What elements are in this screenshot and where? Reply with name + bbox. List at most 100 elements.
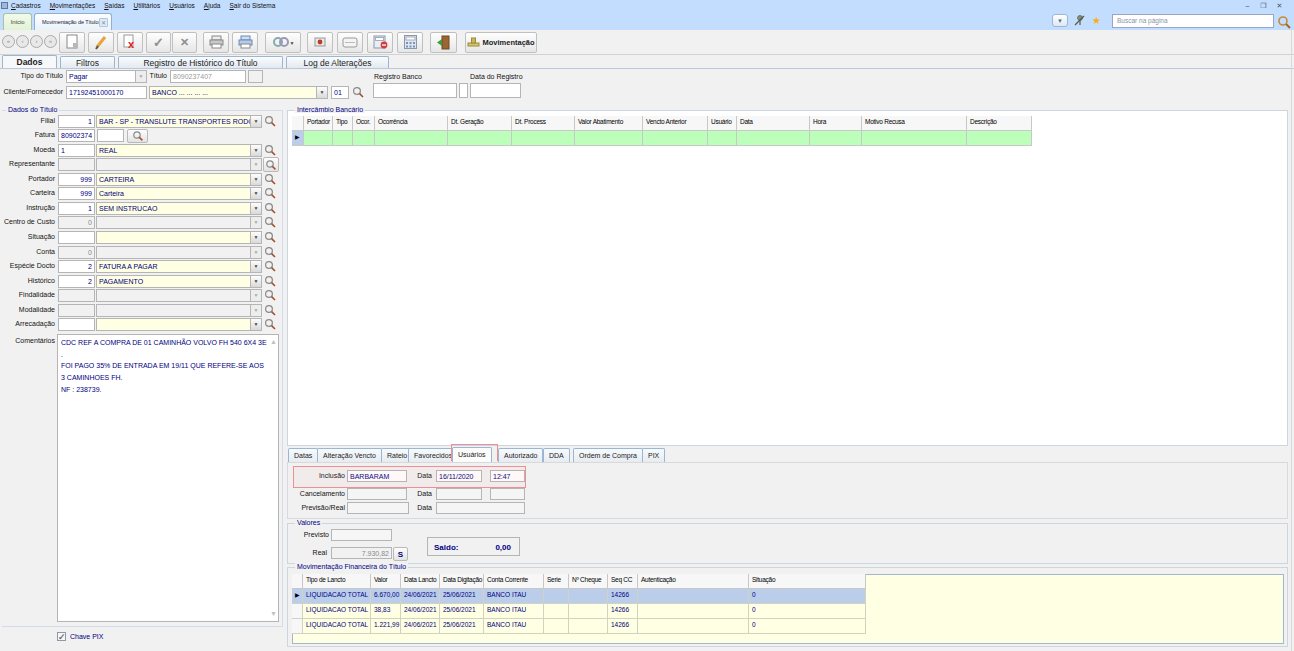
- nav-first-icon[interactable]: «: [2, 35, 15, 48]
- field-num-carteira[interactable]: 999: [58, 187, 95, 200]
- field-num-instru-o[interactable]: 1: [58, 202, 95, 215]
- menu-item-usu-rios[interactable]: Usuários: [169, 0, 195, 9]
- field-combo-moeda[interactable]: REAL▼: [96, 144, 262, 157]
- scroll-up-icon[interactable]: ▲: [270, 336, 277, 348]
- registro-banco-extra-field[interactable]: [459, 83, 468, 98]
- field-combo-situa-o[interactable]: ▼: [96, 231, 262, 244]
- field-combo-filial[interactable]: BAR - SP - TRANSLUTE TRANSPORTES RODOV▼: [96, 115, 262, 128]
- chevron-down-icon[interactable]: ▼: [1052, 14, 1068, 27]
- combo-arrow-instru-o[interactable]: ▼: [250, 203, 261, 214]
- pin-icon[interactable]: [1074, 14, 1085, 27]
- field-num-fatura[interactable]: 80902374: [58, 129, 95, 142]
- cliente-fornecedor-field[interactable]: 17192451000170: [66, 86, 147, 99]
- magnifier-icon-moeda[interactable]: [264, 144, 277, 157]
- confirm-button[interactable]: ✓: [146, 32, 171, 53]
- search-input[interactable]: Buscar na página: [1112, 14, 1274, 28]
- tab-dda[interactable]: DDA: [543, 448, 570, 462]
- mov-row-selector[interactable]: [292, 604, 303, 619]
- field-num-esp-cie-docto[interactable]: 2: [58, 260, 95, 273]
- print-button[interactable]: [203, 32, 229, 53]
- field-combo-instru-o[interactable]: SEM INSTRUCAO▼: [96, 202, 262, 215]
- tab-autorizado[interactable]: Autorizado: [498, 448, 543, 462]
- menu-item-sa-das[interactable]: Saídas: [104, 0, 124, 9]
- magnifier-button-fatura[interactable]: [127, 129, 148, 143]
- magnifier-icon-hist-rico[interactable]: [264, 275, 277, 288]
- magnifier-icon-findalidade[interactable]: [264, 289, 277, 302]
- print-doc-button[interactable]: [307, 32, 333, 53]
- menu-item-ajuda[interactable]: Ajuda: [204, 0, 221, 9]
- menu-item-movimenta-es[interactable]: Movimentações: [50, 0, 96, 9]
- exit-button[interactable]: [430, 32, 457, 53]
- mov-row-selector-active[interactable]: ▶: [292, 589, 303, 604]
- field-num-situa-o[interactable]: [58, 231, 95, 244]
- cancelamento-field[interactable]: [347, 488, 407, 500]
- calculator-button[interactable]: [397, 32, 423, 53]
- magnifier-icon-esp-cie-docto[interactable]: [264, 260, 277, 273]
- edit-button[interactable]: [88, 32, 114, 53]
- print-preview-button[interactable]: [232, 32, 258, 53]
- combo-arrow-filial[interactable]: ▼: [250, 116, 261, 127]
- field-num-arrecada-o[interactable]: [58, 318, 95, 331]
- data-registro-field[interactable]: [470, 83, 521, 98]
- mov-row-selector[interactable]: [292, 619, 303, 634]
- nav-next-icon[interactable]: ›: [30, 35, 43, 48]
- agencia-field[interactable]: 01: [331, 86, 349, 99]
- magnifier-icon-portador[interactable]: [264, 173, 277, 186]
- combo-arrow-portador[interactable]: ▼: [250, 174, 261, 185]
- nav-prev-icon[interactable]: ‹: [16, 35, 29, 48]
- field-num-portador[interactable]: 999: [58, 173, 95, 186]
- star-icon[interactable]: ★: [1092, 14, 1104, 27]
- calc-minus-button[interactable]: [367, 32, 393, 53]
- comments-textarea[interactable]: CDC REF A COMPRA DE 01 CAMINHÃO VOLVO FH…: [57, 334, 279, 622]
- tab-registro-de-hist-rico-do-t-tulo[interactable]: Registro de Histórico do Título: [118, 56, 283, 68]
- scroll-down-icon[interactable]: ▼: [270, 608, 277, 620]
- magnifier-icon-modalidade[interactable]: [264, 304, 277, 317]
- nav-last-icon[interactable]: »: [44, 35, 57, 48]
- combo-arrow-hist-rico[interactable]: ▼: [250, 276, 261, 287]
- tab-altera-o-vencto[interactable]: Alteração Vencto: [317, 448, 382, 462]
- search-icon[interactable]: [1277, 15, 1291, 30]
- nav-tab-inicio[interactable]: Início: [3, 13, 32, 30]
- combo-arrow-situa-o[interactable]: ▼: [250, 232, 261, 243]
- tab-datas[interactable]: Datas: [288, 448, 318, 462]
- delete-button[interactable]: x: [117, 32, 143, 53]
- cancel-button[interactable]: ✕: [172, 32, 197, 53]
- tab-pix[interactable]: PIX: [642, 448, 665, 462]
- previsao-real-field[interactable]: [347, 502, 409, 514]
- chave-pix-checkbox[interactable]: ✓: [57, 632, 66, 641]
- field-combo-arrecada-o[interactable]: ▼: [96, 318, 262, 331]
- magnifier-button-representante[interactable]: [263, 157, 279, 172]
- banco-select[interactable]: BANCO ... ... ... ...▼: [149, 86, 328, 99]
- registro-banco-field[interactable]: [373, 83, 457, 98]
- previsto-field[interactable]: [331, 529, 392, 541]
- field-extra-fatura[interactable]: [97, 129, 124, 142]
- magnifier-icon-arrecada-o[interactable]: [264, 318, 277, 331]
- new-record-button[interactable]: [59, 32, 85, 53]
- menu-item-utilit-rios[interactable]: Utilitários: [133, 0, 160, 9]
- combo-arrow-moeda[interactable]: ▼: [250, 145, 261, 156]
- tab-ordem-de-compra[interactable]: Ordem de Compra: [573, 448, 643, 462]
- field-combo-esp-cie-docto[interactable]: FATURA A PAGAR▼: [96, 260, 262, 273]
- field-combo-portador[interactable]: CARTEIRA▼: [96, 173, 262, 186]
- tab-close-icon[interactable]: ✕: [99, 18, 108, 27]
- tab-log-de-altera-es[interactable]: Log de Alterações: [286, 56, 389, 68]
- tab-filtros[interactable]: Filtros: [60, 56, 115, 68]
- menu-item-cadastros[interactable]: Cadastros: [11, 0, 41, 9]
- field-num-filial[interactable]: 1: [58, 115, 95, 128]
- magnifier-icon-instru-o[interactable]: [264, 202, 277, 215]
- cliente-magnifier-icon[interactable]: [352, 86, 365, 99]
- field-combo-carteira[interactable]: Carteira▼: [96, 187, 262, 200]
- combo-arrow-arrecada-o[interactable]: ▼: [250, 319, 261, 330]
- magnifier-icon-conta[interactable]: [264, 246, 277, 259]
- movimentacao-button[interactable]: Movimentação: [465, 32, 537, 53]
- field-num-hist-rico[interactable]: 2: [58, 275, 95, 288]
- magnifier-icon-situa-o[interactable]: [264, 231, 277, 244]
- card-button[interactable]: [337, 32, 363, 53]
- previsao-date-field[interactable]: [436, 502, 525, 514]
- minimize-button[interactable]: –: [1241, 1, 1254, 10]
- close-button[interactable]: ✕: [1273, 1, 1286, 10]
- cancelamento-date-field[interactable]: [436, 488, 482, 500]
- magnifier-icon-carteira[interactable]: [264, 187, 277, 200]
- field-num-moeda[interactable]: 1: [58, 144, 95, 157]
- banco-dropdown-icon[interactable]: ▼: [316, 87, 327, 98]
